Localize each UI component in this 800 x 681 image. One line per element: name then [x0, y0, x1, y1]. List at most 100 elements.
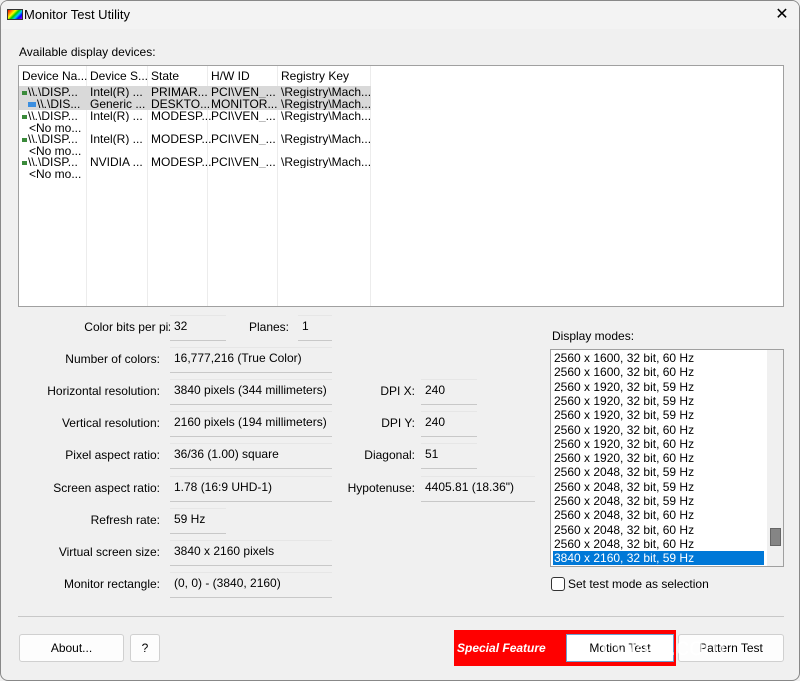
column-header-state[interactable]: State: [151, 69, 179, 85]
device-cell-name: \\.\DISP...: [22, 110, 78, 122]
devices-label: Available display devices:: [19, 45, 156, 59]
display-mode-item[interactable]: 2560 x 2048, 32 bit, 59 Hz: [553, 480, 764, 494]
column-header-hwid[interactable]: H/W ID: [211, 69, 250, 85]
display-mode-item[interactable]: 2560 x 1920, 32 bit, 60 Hz: [553, 423, 764, 437]
dpi-y-label: DPI Y:: [381, 416, 415, 430]
set-test-mode-label[interactable]: Set test mode as selection: [568, 577, 709, 591]
display-mode-item[interactable]: 3840 x 2160, 32 bit, 59 Hz: [553, 551, 764, 566]
device-cell-hwid: PCI\VEN_...: [211, 133, 276, 145]
column-header-device-string[interactable]: Device S...: [90, 69, 148, 85]
display-mode-item[interactable]: 2560 x 2048, 32 bit, 59 Hz: [553, 494, 764, 508]
color-bits-label: Color bits per pixel:: [84, 320, 187, 334]
device-cell-text: \Registry\Mach...: [281, 110, 372, 122]
pixel-aspect-label: Pixel aspect ratio:: [65, 448, 160, 462]
column-header-device-name[interactable]: Device Na...: [22, 69, 87, 85]
device-cell-hwid: PCI\VEN_...: [211, 156, 276, 168]
device-cell-text: NVIDIA ...: [90, 156, 143, 168]
device-cell-hwid: MONITOR...: [211, 98, 277, 110]
device-cell-name: \\.\DIS...: [22, 98, 80, 110]
pixel-aspect-value: 36/36 (1.00) square: [170, 443, 332, 469]
display-mode-item[interactable]: 2560 x 1600, 32 bit, 60 Hz: [553, 365, 764, 379]
adapter-icon: [22, 137, 27, 142]
device-cell-state: DESKTO...: [151, 98, 210, 110]
display-mode-item[interactable]: 2560 x 2048, 32 bit, 59 Hz: [553, 465, 764, 479]
adapter-icon: [22, 90, 27, 95]
device-cell-text: \Registry\Mach...: [281, 98, 372, 110]
device-cell-hwid: PCI\VEN_...: [211, 110, 276, 122]
display-mode-item[interactable]: 2560 x 1920, 32 bit, 59 Hz: [553, 394, 764, 408]
device-row[interactable]: \\.\DISP... Intel(R) ... MODESP... PCI\VEN_…: [19, 110, 371, 122]
device-cell-string: Intel(R) ...: [90, 86, 143, 98]
device-cell-text: \\.\DIS...: [37, 98, 81, 110]
hypotenuse-value: 4405.81 (18.36"): [421, 476, 535, 502]
scrollbar-thumb[interactable]: [770, 528, 781, 546]
device-cell-text: \Registry\Mach...: [281, 156, 372, 168]
virtual-screen-value: 3840 x 2160 pixels: [170, 540, 332, 566]
device-row[interactable]: \\.\DISP... Intel(R) ... MODESP... PCI\VEN_…: [19, 133, 371, 145]
title-bar: Monitor Test Utility ✕: [1, 1, 799, 29]
device-cell-text: \\.\DISP...: [28, 133, 78, 145]
device-cell-text: <No mo...: [29, 168, 82, 180]
device-cell-text: \Registry\Mach...: [281, 86, 372, 98]
dpi-x-value: 240: [421, 379, 477, 405]
vertical-resolution-value: 2160 pixels (194 millimeters): [170, 411, 332, 437]
device-row[interactable]: \\.\DISP... NVIDIA ... MODESP... PCI\VEN_..…: [19, 156, 371, 168]
monitor-rectangle-value: (0, 0) - (3840, 2160): [170, 572, 332, 598]
app-icon: [7, 9, 23, 20]
device-cell-name: <No mo...: [29, 168, 81, 180]
device-cell-text: MODESP...: [151, 110, 212, 122]
device-cell-state: MODESP...: [151, 133, 211, 145]
column-header-registry-key[interactable]: Registry Key: [281, 69, 349, 85]
device-cell-text: PCI\VEN_...: [211, 156, 276, 168]
display-mode-item[interactable]: 2560 x 2048, 32 bit, 60 Hz: [553, 508, 764, 522]
display-mode-item[interactable]: 2560 x 2048, 32 bit, 60 Hz: [553, 537, 764, 551]
main-window: Monitor Test Utility ✕ Available display…: [0, 0, 800, 681]
device-cell-text: MONITOR...: [211, 98, 278, 110]
num-colors-value: 16,777,216 (True Color): [170, 347, 332, 373]
device-cell-text: MODESP...: [151, 156, 212, 168]
diagonal-value: 51: [421, 443, 477, 469]
adapter-icon: [22, 160, 27, 165]
device-cell-hwid: PCI\VEN_...: [211, 86, 276, 98]
device-cell-text: PRIMAR...: [151, 86, 208, 98]
about-button[interactable]: About...: [19, 634, 124, 662]
device-row[interactable]: \\.\DISP... Intel(R) ... PRIMAR... PCI\VEN_…: [19, 86, 371, 98]
display-mode-item[interactable]: 2560 x 1600, 32 bit, 60 Hz: [553, 351, 764, 365]
footer-divider: [18, 616, 784, 617]
device-cell-reg: \Registry\Mach...: [281, 98, 371, 110]
device-cell-string: Intel(R) ...: [90, 133, 143, 145]
display-mode-item[interactable]: 2560 x 1920, 32 bit, 60 Hz: [553, 451, 764, 465]
close-button[interactable]: ✕: [767, 3, 797, 27]
display-mode-item[interactable]: 2560 x 1920, 32 bit, 59 Hz: [553, 380, 764, 394]
display-mode-item[interactable]: 2560 x 1920, 32 bit, 59 Hz: [553, 408, 764, 422]
display-mode-item[interactable]: 2560 x 1920, 32 bit, 60 Hz: [553, 437, 764, 451]
device-cell-text: \Registry\Mach...: [281, 133, 372, 145]
vertical-resolution-label: Vertical resolution:: [61, 416, 160, 430]
help-button[interactable]: ?: [130, 634, 160, 662]
device-cell-string: NVIDIA ...: [90, 156, 143, 168]
device-cell-text: PCI\VEN_...: [211, 86, 276, 98]
device-cell-text: Generic ...: [90, 98, 146, 110]
device-cell-state: MODESP...: [151, 156, 211, 168]
set-test-mode-checkbox[interactable]: [551, 577, 565, 591]
device-cell-name: \\.\DISP...: [22, 133, 78, 145]
display-modes-scrollbar[interactable]: [767, 350, 783, 566]
display-devices-list[interactable]: Device Na... Device S... State H/W ID Re…: [18, 65, 784, 307]
diagonal-label: Diagonal:: [364, 448, 415, 462]
device-row[interactable]: \\.\DIS... Generic ... DESKTO... MONITOR...…: [19, 98, 371, 110]
virtual-screen-label: Virtual screen size:: [58, 545, 160, 559]
refresh-rate-label: Refresh rate:: [90, 513, 160, 527]
device-cell-reg: \Registry\Mach...: [281, 110, 371, 122]
device-cell-name: \\.\DISP...: [22, 86, 78, 98]
display-mode-item[interactable]: 2560 x 2048, 32 bit, 60 Hz: [553, 523, 764, 537]
device-cell-string: Intel(R) ...: [90, 110, 143, 122]
device-cell-text: Intel(R) ...: [90, 133, 143, 145]
device-cell-name: \\.\DISP...: [22, 156, 78, 168]
device-cell-text: PCI\VEN_...: [211, 133, 276, 145]
device-cell-string: Generic ...: [90, 98, 145, 110]
device-cell-text: Intel(R) ...: [90, 86, 143, 98]
display-modes-list[interactable]: 2560 x 1600, 32 bit, 60 Hz 2560 x 1600, 3…: [550, 349, 784, 567]
device-row[interactable]: <No mo...: [19, 168, 371, 180]
special-feature-label: Special Feature: [457, 641, 546, 655]
device-cell-text: MODESP...: [151, 133, 212, 145]
